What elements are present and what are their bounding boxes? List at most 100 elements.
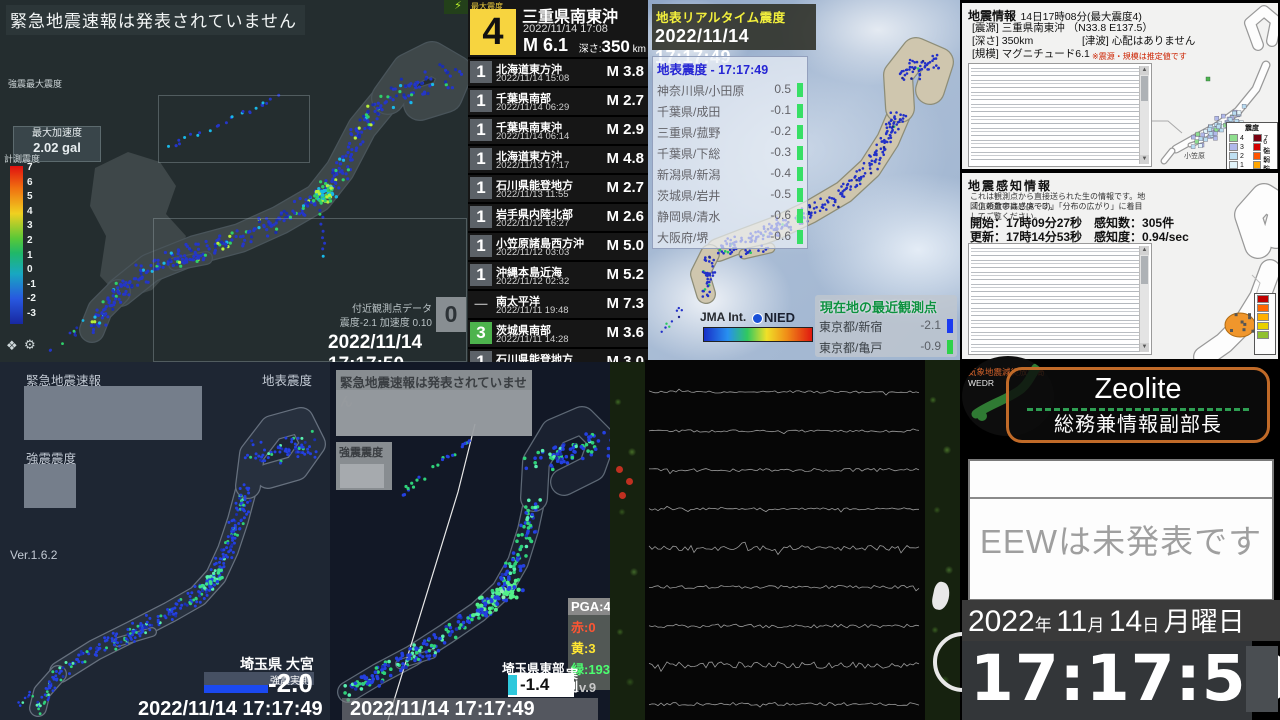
quake-magnitude: M 4.8 [606, 150, 644, 167]
member-role: 総務兼情報副部長 [1009, 411, 1267, 439]
clock-time: 17:17:50 [962, 641, 1252, 717]
quake-list-item: 1千葉県南部2022/11/14 06:29M 2.7 [468, 88, 648, 117]
panel-datetime: 2022/11/14 17:17:49 [138, 698, 323, 720]
shindo-colorbar [10, 166, 23, 324]
depth-line: [深さ] 350km [972, 35, 1033, 48]
eew-message-box [24, 386, 202, 440]
quake-time: 2022/11/14 17:08 [523, 23, 608, 35]
legend-swatch [1253, 134, 1262, 142]
intensity-legend: 震度 4321 76強6弱5強5弱 [1226, 122, 1278, 169]
berry-dot [626, 478, 633, 485]
station-row: 静岡県/清水-0.6 [653, 206, 807, 227]
legend-swatch [1253, 161, 1261, 169]
nearby-data-detail: 震度-2.1 加速度 0.10 [280, 314, 432, 329]
colorbar-tick: 3 [27, 221, 51, 231]
station-bar [797, 146, 803, 160]
station-value: -0.9 [920, 339, 941, 353]
kyoshin-shindo-box: 強震震度 [336, 442, 392, 490]
measure-label: 実測 [566, 668, 579, 694]
colorbar-tick: 0 [27, 265, 51, 275]
eew-status-message: EEWは未発表です [970, 499, 1272, 563]
background-video-strip [925, 360, 960, 720]
felt-report-panel: 地震感知情報 これは観測点から直接送られた生の情報です。地図上の数字は感度です。… [962, 173, 1278, 359]
intensity-badge: 1 [470, 61, 492, 83]
station-row: 千葉県/成田-0.1 [653, 101, 807, 122]
stream-dashboard: 緊急地震速報は発表されていません 強震最大震度 最大加速度 2.02 gal 計… [0, 0, 1280, 720]
eew-message-box [336, 390, 532, 436]
intensity-badge: 1 [470, 235, 492, 257]
intensity-bar [508, 675, 517, 695]
quake-list-rows: 1北海道東方沖2022/11/14 15:08M 3.81千葉県南部2022/1… [468, 59, 648, 362]
legend-row: 1 [1229, 161, 1249, 169]
station-bar [797, 188, 803, 202]
intensity-badge: 1 [470, 148, 492, 170]
station-bar [947, 340, 953, 354]
seismogram-panel: 北海道 千歳岩手県 葛巻宮城県 大和石川県 珠洲埼玉県 大宮愛知県 豊橋高知県 … [645, 360, 925, 720]
intensity-badge: 1 [470, 351, 492, 362]
quake-list-item: 1沖縄本島近海2022/11/12 02:32M 5.2 [468, 262, 648, 291]
station-value: -0.5 [770, 187, 791, 201]
wide-eew-panel: 緊急地震速報は発表されていません 強震震度 PGA:4.09 赤:0 黄:3 緑… [330, 362, 610, 720]
date-month: 11 [1056, 605, 1087, 638]
station-value: -0.2 [770, 124, 791, 138]
scroll-thumb [1141, 256, 1148, 284]
colorbar-tick: -3 [27, 309, 51, 319]
magnitude-line: [規模] マグニチュード6.1 [972, 48, 1090, 61]
quake-time: 2022/11/12 02:32 [496, 276, 569, 287]
legend-swatch [1257, 331, 1269, 339]
inner-box [340, 464, 384, 488]
intensity-badge: 1 [470, 90, 492, 112]
legend-swatch [1257, 322, 1269, 330]
station-name: 大阪府/堺 [657, 229, 708, 246]
legend-swatch [1257, 313, 1269, 321]
panel-datetime: 2022/11/14 17:17:50 [328, 332, 468, 362]
station-name: 東京都/新宿 [819, 318, 882, 335]
legend-label: 3 [1240, 144, 1244, 151]
intensity-colorbar [703, 327, 813, 342]
quake-list-item: 1小笠原諸島西方沖2022/11/12 03:03M 5.0 [468, 233, 648, 262]
station-value: -0.1 [770, 103, 791, 117]
scroll-up-arrow: ▲ [1140, 66, 1149, 75]
quake-time: 2022/11/13 11:55 [496, 189, 569, 200]
colorbar-tick: 6 [27, 178, 51, 188]
intensity-badge: 1 [470, 119, 492, 141]
quake-time: 2022/11/11 14:28 [496, 334, 569, 345]
date-weekday: 月曜日 [1164, 607, 1245, 637]
quake-depth: 深さ:350 km [579, 37, 646, 57]
date-day: 14 [1109, 605, 1142, 638]
station-bar [797, 209, 803, 223]
panel-datetime: 2022/11/14 17:17:49 [342, 698, 598, 720]
intensity-badge: 4 [470, 9, 516, 55]
diamond-icon: ❖ [6, 338, 18, 354]
station-bar [797, 230, 803, 244]
quake-list-item: 1石川県能登地方2022/11/13 11:55M 2.7 [468, 175, 648, 204]
quake-name: 石川県能登地方 [496, 351, 573, 362]
quake-magnitude: M 2.9 [606, 121, 644, 138]
earthquake-info-panel: 地震情報 14日17時08分(最大震度4) [震源] 三重県南東沖 （N33.8… [962, 3, 1278, 169]
nied-label: NIED [764, 310, 795, 325]
station-bar [797, 125, 803, 139]
station-row: 千葉県/下総-0.3 [653, 143, 807, 164]
version-label: Ver.1.6.2 [10, 548, 57, 562]
legend-row [1257, 331, 1273, 339]
legend-title: 震度 [1227, 123, 1277, 133]
scroll-thumb [1141, 76, 1148, 101]
legend-swatch [1253, 152, 1261, 160]
quake-time: 2022/11/12 16:27 [496, 218, 569, 229]
quake-time: 2022/11/14 15:08 [496, 73, 569, 84]
quake-list-item: —南太平洋2022/11/11 19:48M 7.3 [468, 291, 648, 320]
jma-scale-label: JMA Int. [700, 310, 746, 324]
legend-row: 3 [1229, 143, 1249, 151]
legend-label: 2 [1240, 153, 1244, 160]
quake-magnitude: M 2.7 [606, 179, 644, 196]
quake-time: 2022/11/12 03:03 [496, 247, 569, 258]
berry-dot [616, 466, 623, 473]
legend-row [1257, 295, 1273, 303]
station-value: -0.6 [770, 229, 791, 243]
quake-list-featured-item: 最大震度 4 三重県南東沖 2022/11/14 17:08 M 6.1 深さ:… [468, 0, 648, 59]
realtime-panel-header: 地表リアルタイム震度 2022/11/14 17:17:49 [652, 4, 816, 50]
intensity-badge: 1 [470, 177, 492, 199]
kuril-inset-frame [158, 95, 310, 163]
nearest-station-row: 東京都/亀戸-0.9 [815, 337, 957, 358]
station-bar [797, 167, 803, 181]
